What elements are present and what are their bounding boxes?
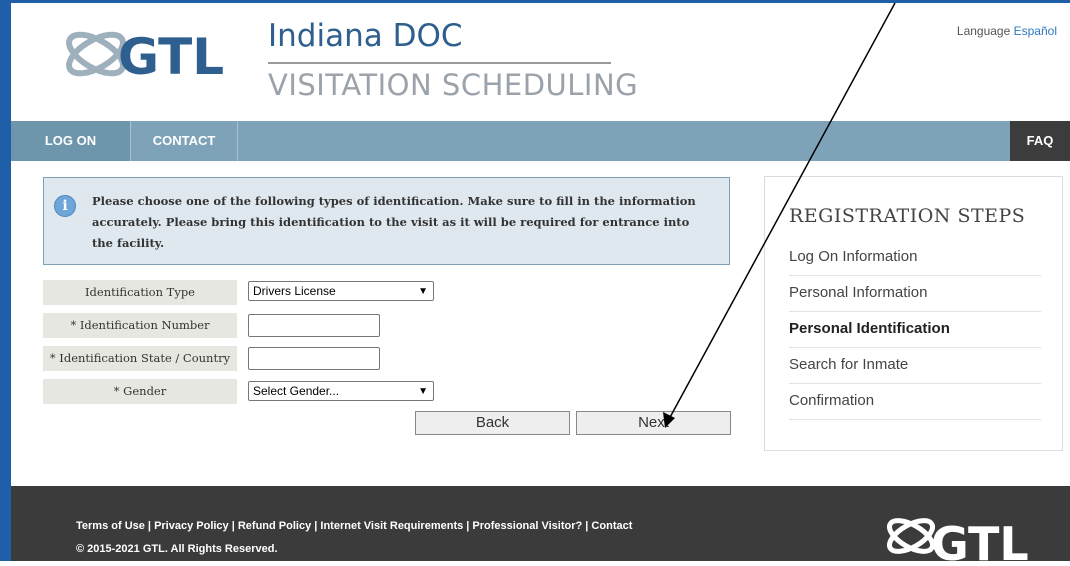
id-state-input[interactable] <box>248 347 380 370</box>
nav-logon[interactable]: LOG ON <box>11 121 130 161</box>
id-type-value: Drivers License <box>253 284 336 298</box>
language-selector: Language Español <box>957 24 1057 38</box>
svg-text:GTL: GTL <box>931 517 1029 561</box>
footer-links[interactable]: Terms of Use | Privacy Policy | Refund P… <box>76 520 632 532</box>
step-personal-identification: Personal Identification <box>789 311 1041 348</box>
id-type-select[interactable]: Drivers License ▼ <box>248 281 434 301</box>
main-nav: LOG ON CONTACT FAQ <box>11 121 1070 161</box>
gender-label: * Gender <box>43 379 237 404</box>
id-number-input[interactable] <box>248 314 380 337</box>
back-button[interactable]: Back <box>415 411 570 435</box>
slide-frame-left <box>0 0 11 561</box>
footer-gtl-logo: GTL <box>881 502 1061 566</box>
language-link-espanol[interactable]: Español <box>1014 24 1057 38</box>
info-icon: i <box>54 195 76 217</box>
step-confirmation: Confirmation <box>789 383 1041 420</box>
registration-steps-panel: REGISTRATION STEPS Log On Information Pe… <box>764 176 1063 451</box>
svg-text:GTL: GTL <box>118 28 224 86</box>
step-log-on-information: Log On Information <box>789 239 1041 276</box>
nav-faq[interactable]: FAQ <box>1010 121 1070 161</box>
footer: Terms of Use | Privacy Policy | Refund P… <box>11 486 1070 566</box>
gender-select[interactable]: Select Gender... ▼ <box>248 381 434 401</box>
registration-steps-title: REGISTRATION STEPS <box>789 205 1026 227</box>
language-label: Language <box>956 24 1011 38</box>
page-subtitle: VISITATION SCHEDULING <box>268 68 639 102</box>
id-type-label: Identification Type <box>43 280 237 305</box>
step-personal-information: Personal Information <box>789 275 1041 312</box>
chevron-down-icon: ▼ <box>418 286 428 297</box>
footer-copyright: © 2015-2021 GTL. All Rights Reserved. <box>76 543 278 555</box>
step-search-for-inmate: Search for Inmate <box>789 347 1041 384</box>
page-title: Indiana DOC <box>268 18 463 54</box>
gtl-logo[interactable]: GTL <box>60 16 265 86</box>
info-message-box: i Please choose one of the following typ… <box>43 177 730 265</box>
next-button[interactable]: Next <box>576 411 731 435</box>
info-message: Please choose one of the following types… <box>92 194 696 250</box>
title-divider <box>268 62 611 64</box>
gender-value: Select Gender... <box>253 384 340 398</box>
slide-frame-top <box>0 0 1070 3</box>
nav-contact[interactable]: CONTACT <box>131 121 237 161</box>
id-number-label: * Identification Number <box>43 313 237 338</box>
id-state-label: * Identification State / Country <box>43 346 237 371</box>
nav-divider <box>237 121 238 161</box>
chevron-down-icon: ▼ <box>418 386 428 397</box>
